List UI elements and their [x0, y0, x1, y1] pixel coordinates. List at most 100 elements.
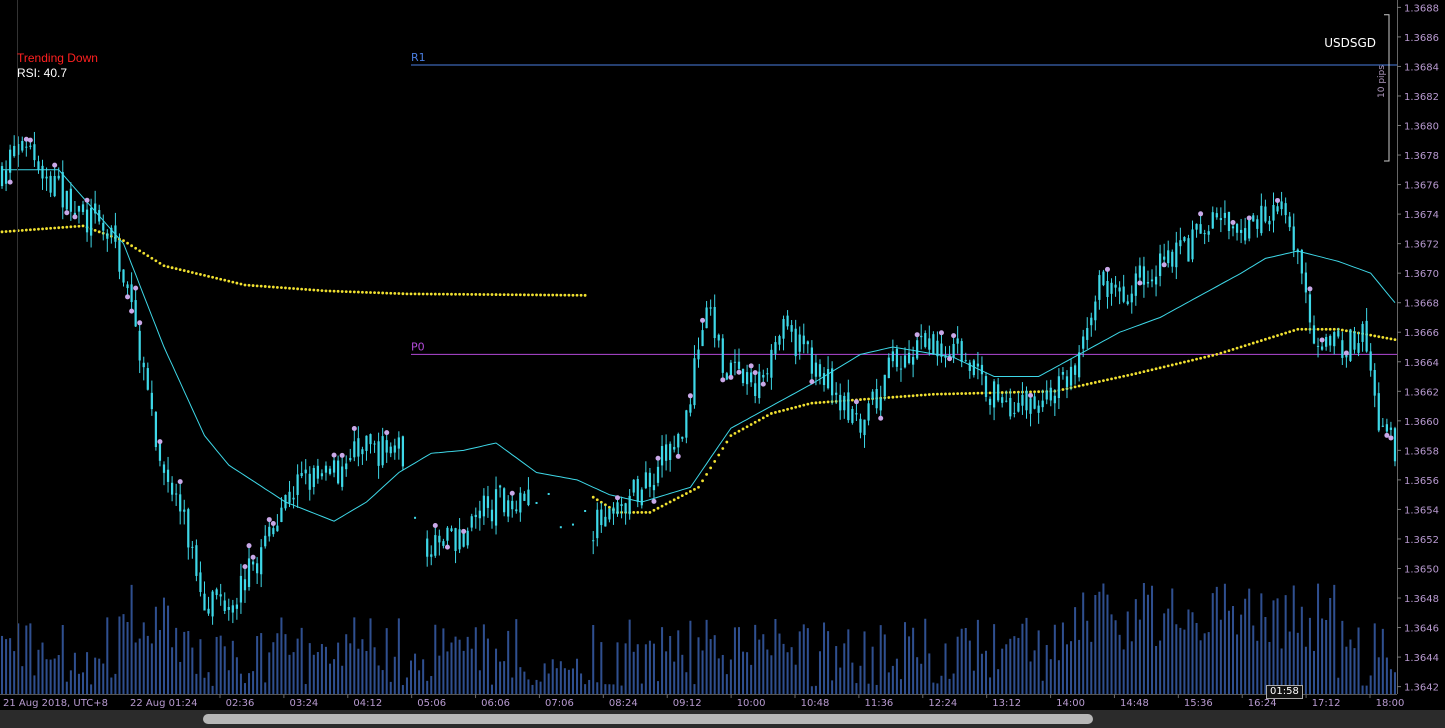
- candle-body: [1373, 370, 1376, 396]
- slow-ma-dot: [1369, 333, 1373, 337]
- slow-ma-dot: [660, 504, 664, 508]
- candle-body: [1106, 281, 1109, 298]
- slow-ma-dot: [369, 291, 372, 294]
- slow-ma-dot: [142, 251, 146, 255]
- candle-body: [498, 485, 502, 488]
- candle-body: [640, 489, 643, 506]
- candle-body: [227, 607, 230, 610]
- horizontal-scrollbar[interactable]: [0, 710, 1445, 728]
- swing-marker: [1198, 211, 1204, 217]
- candle-body: [1057, 376, 1060, 399]
- candle-body: [1146, 282, 1150, 284]
- candle-body: [669, 443, 672, 460]
- candle-body: [782, 319, 785, 339]
- swing-marker: [1246, 215, 1252, 221]
- candle-body: [899, 368, 903, 370]
- slow-ma-dot: [1235, 346, 1239, 350]
- slow-ma-dot: [41, 227, 44, 231]
- time-tick-label: 16:24: [1248, 698, 1277, 709]
- slow-ma-dot: [1174, 362, 1178, 366]
- candle-body: [332, 460, 336, 473]
- candle-body: [964, 360, 967, 362]
- scrollbar-thumb[interactable]: [203, 714, 1093, 724]
- candle-body: [1389, 427, 1393, 430]
- candle-body: [458, 529, 461, 550]
- candle-body: [624, 503, 627, 513]
- slow-ma-dot: [919, 393, 923, 397]
- candle-body: [1009, 397, 1012, 417]
- candle-body: [754, 383, 757, 397]
- candle-body: [462, 532, 465, 547]
- slow-ma-dot: [579, 293, 583, 297]
- candle-body: [883, 374, 886, 397]
- candle-body: [774, 342, 777, 354]
- slow-ma-dot: [146, 254, 150, 258]
- slow-ma-dot: [717, 453, 721, 457]
- slow-ma-dot: [308, 288, 312, 292]
- candle-body: [871, 391, 874, 399]
- time-tick-label: 17:12: [1312, 698, 1341, 709]
- slow-ma-dot: [774, 411, 777, 414]
- slow-ma-dot: [1085, 382, 1089, 386]
- candle-body: [1361, 323, 1364, 342]
- candle-body: [1142, 266, 1146, 285]
- slow-ma-dot: [328, 289, 332, 293]
- slow-ma-dot: [296, 287, 300, 291]
- candle-body: [758, 371, 761, 399]
- candle-body: [1215, 213, 1218, 218]
- swing-marker: [951, 333, 957, 339]
- candle-body: [741, 368, 745, 384]
- swing-marker: [615, 495, 621, 501]
- candle-body: [1349, 329, 1352, 361]
- candle-body: [239, 575, 243, 603]
- slow-ma-dot: [215, 276, 219, 280]
- candle-body: [681, 436, 684, 439]
- candle-body: [1264, 206, 1267, 222]
- slow-ma-dot: [595, 498, 599, 502]
- candle-body: [733, 361, 737, 363]
- candle-body: [612, 507, 615, 514]
- slow-ma-dot: [1203, 355, 1207, 359]
- slow-ma-dot: [199, 273, 202, 276]
- candle-body: [507, 500, 510, 517]
- time-tick-label: 10:48: [801, 698, 830, 709]
- slow-ma-dot: [409, 292, 413, 296]
- candle-body: [365, 435, 368, 451]
- candle-body: [349, 457, 352, 461]
- slow-ma-dot: [636, 510, 640, 514]
- slow-ma-dot: [20, 228, 24, 232]
- price-chart[interactable]: R1 P0 1.3688 1.3686 1.3684 1.3682 1.3680 1.367…: [0, 0, 1445, 728]
- candle-body: [260, 547, 263, 575]
- candle-body: [1179, 240, 1182, 247]
- candle-body: [1272, 204, 1275, 221]
- candle-body: [1223, 212, 1227, 218]
- candle-body: [936, 340, 939, 357]
- candle-body: [701, 330, 704, 347]
- candle-body: [442, 541, 445, 546]
- swing-marker: [687, 393, 693, 399]
- price-tick-label: 1.3686: [1404, 33, 1439, 44]
- slow-ma-dot: [1223, 350, 1227, 354]
- slow-ma-dot: [1191, 358, 1194, 362]
- candle-body: [482, 495, 486, 517]
- slow-ma-dot: [721, 447, 725, 450]
- slow-ma-dot: [336, 289, 340, 293]
- candle-body: [426, 538, 429, 557]
- slow-ma-dot: [154, 259, 158, 263]
- swing-marker: [444, 544, 450, 550]
- slow-ma-dot: [765, 414, 769, 418]
- slow-ma-dot: [887, 396, 891, 399]
- slow-ma-dot: [340, 290, 344, 293]
- candle-body: [324, 465, 328, 473]
- time-tick-label: 13:12: [992, 698, 1021, 709]
- slow-ma-dot: [4, 230, 8, 233]
- slow-ma-dot: [33, 228, 36, 231]
- time-tick-label: 11:36: [864, 698, 893, 709]
- slow-ma-dot: [502, 293, 506, 297]
- slow-ma-dot: [1243, 344, 1247, 347]
- slow-ma-dot: [733, 431, 737, 435]
- slow-ma-dot: [0, 230, 4, 234]
- slow-ma-dot: [421, 292, 425, 296]
- candle-body: [142, 362, 145, 368]
- candle-body: [175, 493, 178, 495]
